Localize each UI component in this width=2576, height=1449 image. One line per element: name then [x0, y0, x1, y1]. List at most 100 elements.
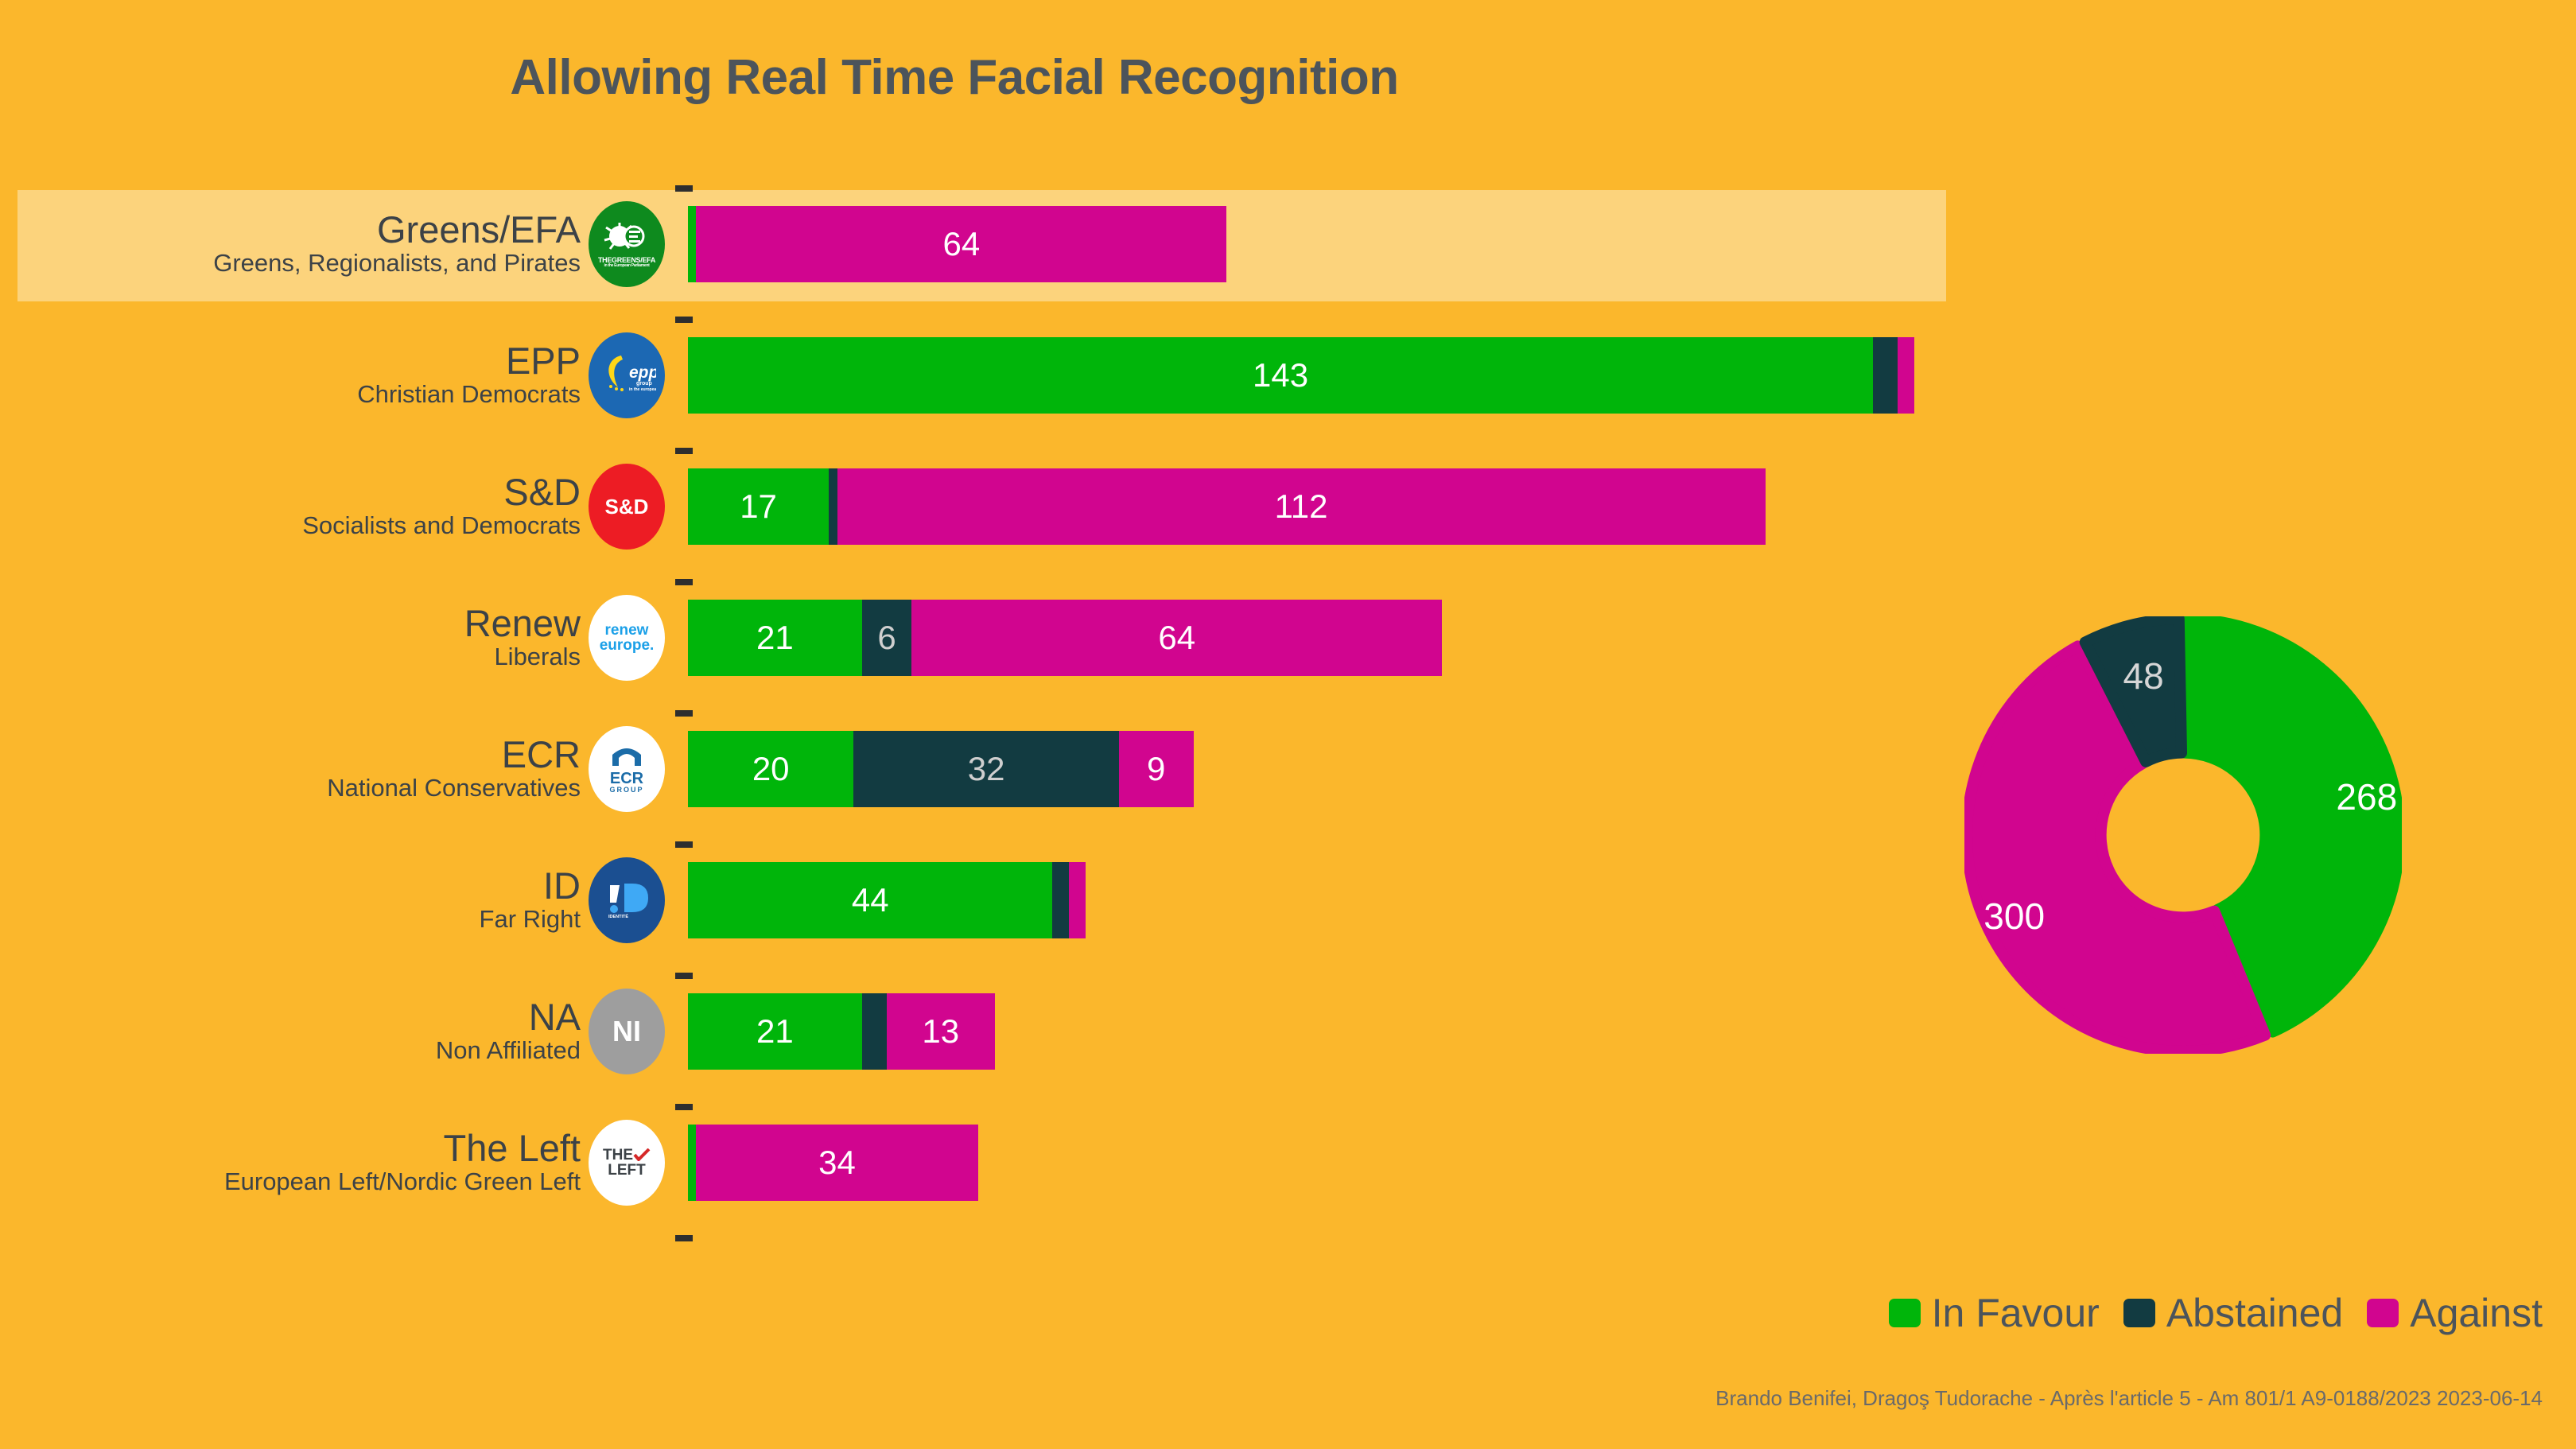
chart-row[interactable]: ECR National Conservatives ECR GROUP 20 32 9 — [0, 721, 1956, 817]
bar-segment-in-favour[interactable] — [688, 1125, 697, 1201]
bar-segment-against[interactable]: 9 — [1118, 731, 1194, 807]
square-swatch-icon — [2123, 1299, 2155, 1327]
epp-logo-icon: eppgroupin the european parliament — [597, 351, 665, 400]
party-short-name: Greens/EFA — [377, 208, 581, 251]
bar-segment-in-favour[interactable] — [688, 206, 697, 282]
row-label-group: Renew Liberals — [0, 590, 587, 686]
svg-text:epp: epp — [629, 363, 656, 382]
svg-text:in the european parliament: in the european parliament — [629, 387, 656, 392]
party-full-name: Christian Democrats — [357, 380, 581, 409]
bar-segment-in-favour[interactable]: 21 — [688, 993, 862, 1070]
party-logo-badge: NI — [589, 989, 665, 1074]
bar-segment-value: 64 — [942, 225, 981, 262]
party-logo-badge: eppgroupin the european parliament — [589, 332, 665, 418]
bar-segment-abstained[interactable]: 6 — [861, 600, 912, 676]
bar-segment-value: 143 — [1252, 356, 1309, 394]
chart-row[interactable]: S&D Socialists and Democrats S&D 17 112 — [0, 459, 1956, 554]
legend-label: Against — [2410, 1291, 2543, 1335]
bar-segment-value: 17 — [740, 488, 777, 525]
bar-segment-value: 44 — [851, 881, 889, 919]
chart-row[interactable]: The Left European Left/Nordic Green Left T… — [0, 1115, 1956, 1210]
legend-item-against[interactable]: Against — [2367, 1290, 2543, 1336]
bar-segment-against[interactable]: 112 — [837, 468, 1766, 545]
party-logo-badge: renew europe. — [589, 595, 665, 681]
party-short-name: NA — [528, 996, 581, 1039]
square-swatch-icon — [2367, 1299, 2399, 1327]
party-full-name: National Conservatives — [327, 774, 581, 802]
party-short-name: ID — [543, 864, 581, 907]
stacked-bar: 64 — [688, 206, 1227, 282]
svg-text:IDENTITÉ: IDENTITÉ — [608, 913, 628, 919]
bar-segment-against[interactable]: 64 — [911, 600, 1443, 676]
legend-label: In Favour — [1931, 1291, 2100, 1335]
bar-segment-against[interactable]: 13 — [887, 993, 995, 1070]
bar-segment-against[interactable]: 64 — [696, 206, 1227, 282]
legend-item-abstained[interactable]: Abstained — [2123, 1290, 2343, 1336]
axis-tick-mark — [675, 448, 693, 454]
chart-row[interactable]: EPP Christian Democrats epp group in the eur… — [0, 328, 1956, 423]
chart-row[interactable]: Renew Liberals renew europe. 21 6 64 — [0, 590, 1956, 686]
bar-segment-abstained[interactable] — [861, 993, 888, 1070]
bar-segment-against[interactable] — [1069, 862, 1086, 938]
party-full-name: Far Right — [479, 905, 581, 934]
party-logo-badge: THE LEFT — [589, 1120, 665, 1206]
bar-segment-in-favour[interactable]: 20 — [688, 731, 854, 807]
party-short-name: The Left — [443, 1127, 581, 1170]
renew-europe-logo-icon: renew europe. — [599, 622, 655, 654]
non-inscrits-logo-icon: NI — [612, 1015, 641, 1047]
footer-caption: Brando Benifei, Dragoş Tudorache - Après… — [1715, 1386, 2543, 1410]
row-label-group: EPP Christian Democrats — [0, 328, 587, 423]
stacked-bar: 21 13 — [688, 993, 995, 1070]
bar-segment-value: 64 — [1158, 619, 1196, 656]
axis-tick-mark — [675, 1104, 693, 1110]
party-full-name: Socialists and Democrats — [302, 511, 581, 540]
chart-row[interactable]: IDFar Right IDENTITÉET DÉMOCRATIE 44 — [0, 853, 1956, 948]
bar-segment-in-favour[interactable]: 17 — [688, 468, 830, 545]
the-left-logo-icon: THE LEFT — [603, 1148, 651, 1178]
bar-segment-in-favour[interactable]: 143 — [688, 337, 1874, 414]
stacked-bar: 20 32 9 — [688, 731, 1194, 807]
axis-tick-mark — [675, 710, 693, 717]
vote-total-donut-chart: 268 300 48 — [1961, 613, 2405, 1057]
donut-slice-value: 268 — [2336, 776, 2398, 818]
axis-tick-mark — [675, 579, 693, 585]
party-short-name: EPP — [505, 340, 581, 383]
bar-segment-against[interactable] — [1898, 337, 1915, 414]
sd-logo-icon: S&D — [604, 495, 649, 519]
bar-segment-abstained[interactable] — [829, 468, 837, 545]
stacked-bar: 143 — [688, 337, 1915, 414]
svg-text:group: group — [636, 381, 652, 387]
legend-item-in-favour[interactable]: In Favour — [1888, 1290, 2100, 1336]
party-full-name: Non Affiliated — [435, 1036, 581, 1065]
row-label-group: The Left European Left/Nordic Green Left — [0, 1115, 587, 1210]
bar-segment-value: 6 — [877, 619, 896, 656]
legend-label: Abstained — [2166, 1291, 2344, 1335]
party-short-name: Renew — [464, 602, 581, 645]
party-logo-badge: IDENTITÉET DÉMOCRATIE — [589, 857, 665, 943]
chart-row[interactable]: NA Non Affiliated NI 21 13 — [0, 984, 1956, 1079]
ecr-group-logo-icon: ECR GROUP — [608, 745, 646, 794]
chart-legend: In Favour Abstained Against — [0, 1290, 2576, 1336]
bar-segment-against[interactable]: 34 — [696, 1125, 978, 1201]
axis-tick-mark — [675, 185, 693, 192]
bar-segment-abstained[interactable] — [1873, 337, 1898, 414]
bar-segment-value: 13 — [922, 1012, 960, 1050]
bar-segment-value: 32 — [967, 750, 1005, 787]
bar-segment-in-favour[interactable]: 21 — [688, 600, 862, 676]
bar-segment-value: 21 — [756, 619, 794, 656]
donut-slice-value: 48 — [2123, 655, 2164, 697]
bar-segment-in-favour[interactable]: 44 — [688, 862, 1053, 938]
bar-segment-value: 21 — [756, 1012, 794, 1050]
chart-row[interactable]: Greens/EFA Greens, Regionalists, and Pira… — [0, 196, 1956, 292]
party-logo-badge: S&D — [589, 464, 665, 550]
bar-segment-abstained[interactable] — [1052, 862, 1070, 938]
bar-segment-value: 34 — [818, 1144, 856, 1181]
party-full-name: Greens, Regionalists, and Pirates — [213, 249, 581, 278]
stacked-bar: 17 112 — [688, 468, 1766, 545]
bar-segment-abstained[interactable]: 32 — [853, 731, 1119, 807]
stacked-bar: 21 6 64 — [688, 600, 1443, 676]
square-swatch-icon — [1888, 1299, 1921, 1327]
party-logo-badge: THEGREENS/EFA in the European Parliament — [589, 201, 665, 287]
row-label-group: ECR National Conservatives — [0, 721, 587, 817]
axis-tick-mark — [675, 1235, 693, 1241]
